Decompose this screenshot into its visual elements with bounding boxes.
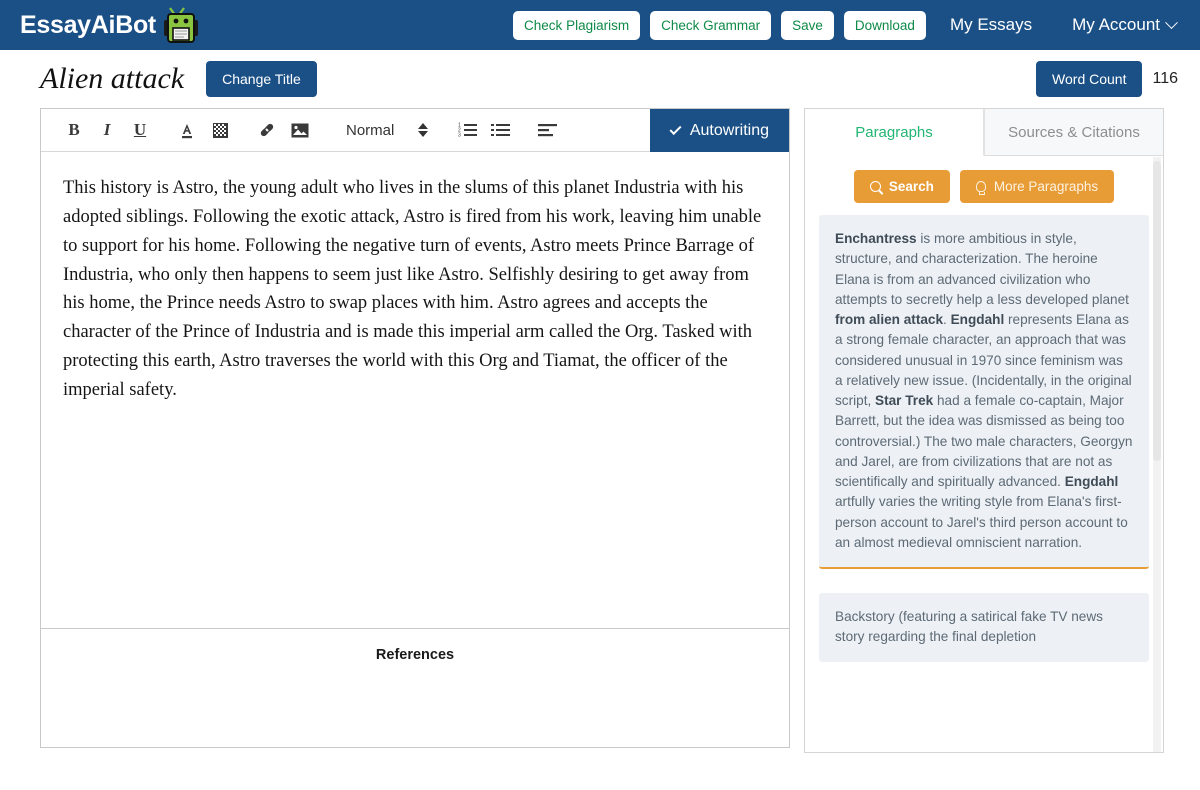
word-count-value: 116 (1152, 70, 1178, 87)
nav-link-my-account[interactable]: My Account (1066, 15, 1182, 35)
tab-sources-citations[interactable]: Sources & Citations (984, 109, 1163, 156)
editor-column: B I U Normal 1 2 3 Autowriting This hist… (40, 108, 790, 748)
ordered-list-icon[interactable]: 123 (452, 115, 482, 145)
brand-logo[interactable]: EssayAiBot (20, 6, 198, 44)
side-panel-column: Paragraphs Sources & Citations Search Mo… (804, 108, 1164, 753)
paragraph-card[interactable]: Backstory (featuring a satirical fake TV… (819, 593, 1149, 662)
word-count-group: Word Count 116 (1036, 61, 1178, 97)
side-panel-tabs: Paragraphs Sources & Citations (805, 109, 1163, 156)
references-heading: References (375, 647, 455, 663)
text-color-icon[interactable] (172, 115, 202, 145)
top-navigation-bar: EssayAiBot Check Plagiarism Check Gramma… (0, 0, 1200, 50)
tab-paragraphs[interactable]: Paragraphs (805, 109, 984, 156)
highlight-color-icon[interactable] (205, 115, 235, 145)
change-title-button[interactable]: Change Title (206, 61, 317, 97)
brand-name: EssayAiBot (20, 10, 156, 39)
page-title: Alien attack (40, 62, 185, 95)
references-section[interactable]: References (41, 629, 789, 747)
side-panel-actions: Search More Paragraphs (805, 156, 1163, 215)
more-paragraphs-label: More Paragraphs (993, 179, 1099, 194)
side-panel-scrollbar-thumb[interactable] (1153, 161, 1161, 461)
up-down-stepper-icon[interactable] (418, 123, 429, 137)
document-title-row: Alien attack Change Title Word Count 116 (0, 50, 1200, 108)
more-paragraphs-button[interactable]: More Paragraphs (959, 170, 1115, 203)
main-content: B I U Normal 1 2 3 Autowriting This hist… (0, 108, 1200, 753)
download-button[interactable]: Download (843, 10, 926, 40)
autowriting-label: Autowriting (689, 121, 769, 139)
editor-box: B I U Normal 1 2 3 Autowriting This hist… (40, 108, 790, 748)
autowriting-button[interactable]: Autowriting (649, 109, 789, 152)
search-icon (869, 181, 881, 192)
paragraph-card[interactable]: Enchantress is more ambitious in style, … (819, 215, 1149, 569)
editor-toolbar: B I U Normal 1 2 3 Autowriting (41, 109, 789, 152)
chevron-down-icon (1165, 15, 1178, 29)
nav-actions: Check Plagiarism Check Grammar Save Down… (513, 10, 1182, 40)
image-icon[interactable] (285, 115, 315, 145)
my-account-label: My Account (1072, 15, 1160, 34)
essay-paragraph: This history is Astro, the young adult w… (63, 178, 762, 401)
italic-icon[interactable]: I (92, 115, 122, 145)
paragraph-style-value: Normal (346, 121, 395, 139)
save-button[interactable]: Save (781, 10, 834, 40)
bold-icon[interactable]: B (59, 115, 89, 145)
nav-link-my-essays[interactable]: My Essays (944, 15, 1038, 35)
check-icon (669, 122, 682, 135)
unordered-list-icon[interactable] (485, 115, 515, 145)
essay-text-area[interactable]: This history is Astro, the young adult w… (41, 152, 789, 629)
paragraph-cards-list[interactable]: Enchantress is more ambitious in style, … (805, 215, 1163, 747)
search-button[interactable]: Search (853, 170, 950, 203)
paragraph-style-select[interactable]: Normal (346, 121, 429, 139)
underline-icon[interactable]: U (125, 115, 155, 145)
check-grammar-button[interactable]: Check Grammar (650, 10, 772, 40)
check-plagiarism-button[interactable]: Check Plagiarism (513, 10, 641, 40)
word-count-button[interactable]: Word Count (1036, 61, 1143, 97)
align-left-icon[interactable] (532, 115, 562, 145)
side-panel: Paragraphs Sources & Citations Search Mo… (804, 108, 1164, 753)
robot-icon (163, 6, 198, 44)
lightbulb-icon (975, 181, 986, 195)
search-label: Search (888, 179, 934, 194)
link-icon[interactable] (252, 115, 282, 145)
svg-text:3: 3 (458, 133, 461, 138)
